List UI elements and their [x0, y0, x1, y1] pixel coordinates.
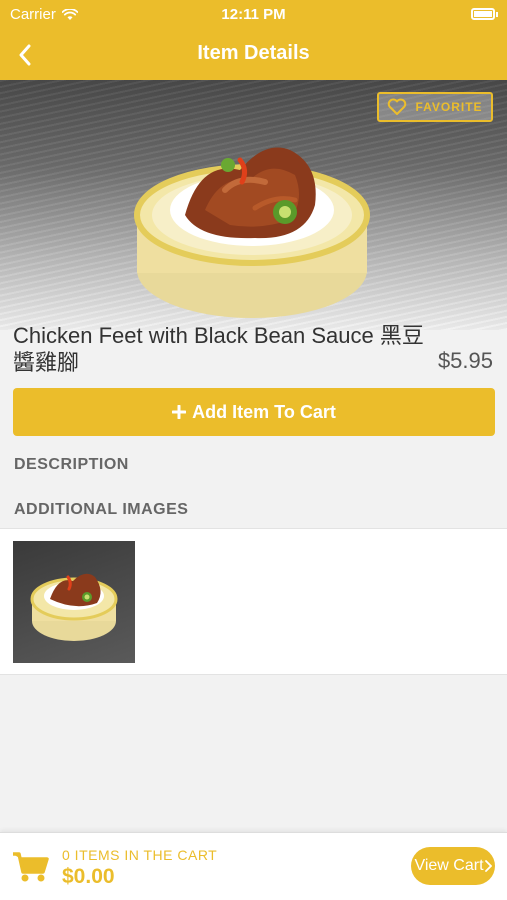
description-heading: DESCRIPTION — [14, 456, 129, 473]
item-name: Chicken Feet with Black Bean Sauce 黑豆醬雞腳 — [13, 323, 424, 375]
favorite-label: FAVORITE — [415, 100, 483, 114]
add-to-cart-button[interactable]: Add Item To Cart — [13, 388, 495, 436]
view-cart-label: View Cart — [414, 857, 484, 874]
additional-image-thumbnail[interactable] — [13, 541, 135, 663]
nav-bar: Item Details — [0, 30, 507, 80]
dim-sum-steamer-image — [134, 147, 370, 318]
cart-summary-bar: 0 ITEMS IN THE CART $0.00 View Cart — [0, 832, 507, 900]
plus-icon — [172, 405, 187, 419]
battery-icon — [471, 8, 498, 20]
status-time: 12:11 PM — [221, 6, 286, 23]
add-to-cart-label: Add Item To Cart — [192, 401, 336, 422]
item-price: $5.95 — [437, 348, 493, 373]
favorite-button[interactable]: FAVORITE — [377, 92, 493, 122]
cart-item-count: 0 ITEMS IN THE CART — [62, 847, 218, 863]
cart-total: $0.00 — [62, 865, 115, 888]
view-cart-button[interactable]: View Cart — [411, 847, 495, 885]
additional-images-strip — [0, 528, 507, 675]
heart-icon — [388, 98, 407, 115]
dim-sum-thumbnail-image — [30, 573, 118, 641]
page-title: Item Details — [197, 42, 310, 64]
cart-icon — [13, 852, 49, 882]
additional-images-heading: ADDITIONAL IMAGES — [14, 501, 189, 518]
chevron-right-icon — [484, 860, 492, 872]
status-bar: Carrier 12:11 PM — [0, 0, 507, 30]
